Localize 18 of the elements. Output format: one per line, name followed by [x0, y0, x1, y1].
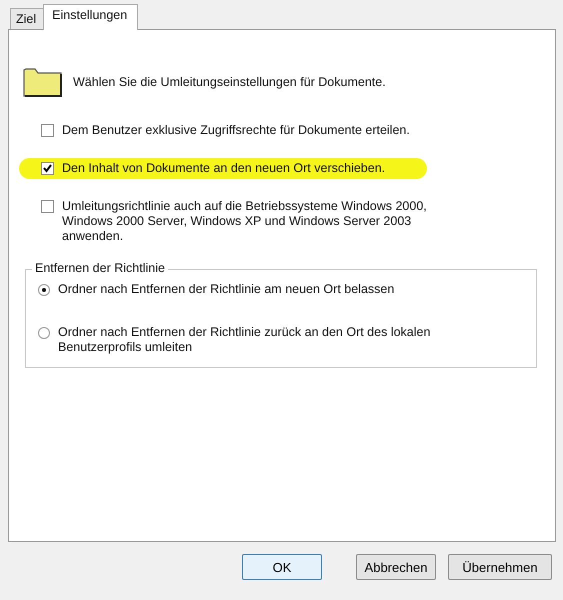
radio-label: Ordner nach Entfernen der Richtlinie am neuen Ort belassen — [58, 282, 394, 297]
tab[interactable]: Ziel — [10, 8, 44, 29]
radio-button[interactable] — [38, 327, 50, 339]
checkbox[interactable] — [41, 124, 54, 137]
radio-button[interactable] — [38, 284, 50, 296]
checkbox-label: Dem Benutzer exklusive Zugriffsrechte für Dokumente erteilen. — [62, 123, 410, 138]
folder-icon — [23, 66, 63, 98]
group-title: Entfernen der Richtlinie — [32, 261, 168, 275]
tab[interactable]: Einstellungen — [43, 4, 138, 30]
dialog-button[interactable]: OK — [242, 554, 322, 580]
heading-text: Wählen Sie die Umleitungseinstellungen für Dokumente. — [73, 75, 386, 89]
radio-label: Ordner nach Entfernen der Richtlinie zurück an den Ort des lokalen Benutzerprofils umleiten — [58, 325, 432, 355]
checkbox-label: Umleitungsrichtlinie auch auf die Betriebssysteme Windows 2000, Windows 2000 Server, Windows XP und Windows Server 2003 anwenden. — [62, 199, 428, 244]
dialog-button[interactable]: Abbrechen — [356, 554, 436, 580]
checkbox-label: Den Inhalt von Dokumente an den neuen Ort verschieben. — [62, 161, 386, 176]
checkbox[interactable] — [41, 200, 54, 213]
checkbox[interactable] — [41, 162, 54, 175]
dialog-button[interactable]: Übernehmen — [448, 554, 552, 580]
